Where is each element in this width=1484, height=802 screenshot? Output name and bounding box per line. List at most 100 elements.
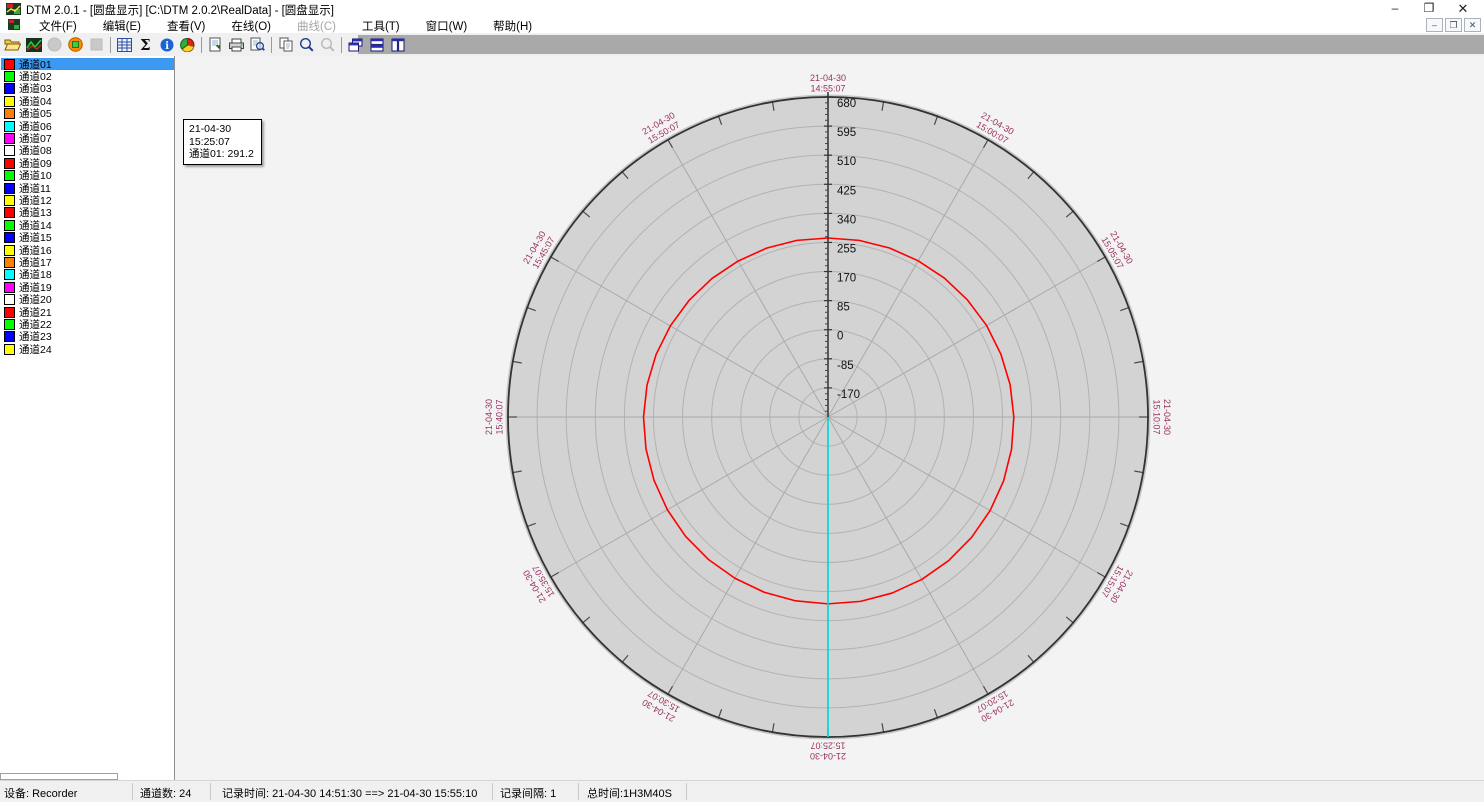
channel-color-swatch: [4, 195, 15, 206]
channel-color-swatch: [4, 83, 15, 94]
channel-color-swatch: [4, 207, 15, 218]
status-separator: [686, 783, 687, 800]
mdi-minimize-button[interactable]: –: [1426, 18, 1443, 32]
polar-chart[interactable]: 680595510425340255170850-85-17021-04-301…: [176, 56, 1484, 780]
export-icon[interactable]: [205, 35, 226, 55]
close-button[interactable]: ✕: [1446, 0, 1480, 17]
trend-chart-icon[interactable]: [23, 35, 44, 55]
status-separator: [578, 783, 579, 800]
pie-chart-icon[interactable]: [177, 35, 198, 55]
menu-item-7[interactable]: 窗口(W): [413, 17, 481, 33]
channel-color-swatch: [4, 282, 15, 293]
mdi-restore-button[interactable]: ❐: [1445, 18, 1462, 32]
tile-vertical-icon[interactable]: [387, 35, 408, 55]
panel-scrollbar[interactable]: [0, 773, 118, 780]
radial-axis-label: 255: [837, 243, 856, 255]
time-label: 21-04-3015:25:07: [810, 741, 846, 762]
toolbar-filler: [358, 35, 1484, 54]
menu-item-5: 曲线(C): [284, 17, 349, 33]
channel-color-swatch: [4, 269, 15, 280]
main-area: 通道01通道02通道03通道04通道05通道06通道07通道08通道09通道10…: [0, 56, 1484, 780]
info-icon[interactable]: i: [156, 35, 177, 55]
mdi-close-button[interactable]: ✕: [1464, 18, 1481, 32]
radial-axis-label: 680: [837, 98, 856, 110]
open-folder-icon[interactable]: [2, 35, 23, 55]
svg-text:14:55:07: 14:55:07: [810, 84, 845, 94]
channel-color-swatch: [4, 331, 15, 342]
tooltip-time: 15:25:07: [189, 136, 254, 149]
status-bar: 设备: Recorder 通道数: 24 记录时间: 21-04-30 14:51:…: [0, 780, 1484, 802]
channel-color-swatch: [4, 145, 15, 156]
status-item-2: 通道数: 24: [140, 785, 191, 801]
channel-color-swatch: [4, 170, 15, 181]
toolbar: Σi: [2, 34, 408, 55]
menu-item-6[interactable]: 工具(T): [349, 17, 413, 33]
channel-color-swatch: [4, 257, 15, 268]
menu-items: 文件(F)编辑(E)查看(V)在线(O)曲线(C)工具(T)窗口(W)帮助(H): [26, 17, 545, 33]
menu-item-8[interactable]: 帮助(H): [480, 17, 545, 33]
status-separator: [132, 783, 133, 800]
toolbar-separator: [201, 37, 202, 53]
title-bar: DTM 2.0.1 - [圆盘显示] [C:\DTM 2.0.2\RealDat…: [0, 0, 1484, 17]
status-item-3: 记录时间: 21-04-30 14:51:30 ==> 21-04-30 15:…: [222, 785, 477, 801]
mdi-window-controls: – ❐ ✕: [1426, 18, 1481, 32]
minimize-button[interactable]: –: [1378, 0, 1412, 17]
radial-axis-label: -85: [837, 360, 854, 372]
channel-color-swatch: [4, 294, 15, 305]
radial-axis-label: 0: [837, 331, 843, 343]
svg-text:21-04-30: 21-04-30: [484, 399, 494, 435]
status-item-4: 记录间隔: 1: [500, 785, 556, 801]
sigma-icon[interactable]: Σ: [135, 35, 156, 55]
cascade-windows-icon[interactable]: [345, 35, 366, 55]
channel-color-swatch: [4, 344, 15, 355]
time-label: 21-04-3015:40:07: [484, 399, 505, 435]
toolbar-separator: [271, 37, 272, 53]
channel-color-swatch: [4, 307, 15, 318]
toolbar-separator: [341, 37, 342, 53]
channel-list: 通道01通道02通道03通道04通道05通道06通道07通道08通道09通道10…: [1, 58, 174, 355]
status-item-5: 总时间:1H3M40S: [587, 785, 672, 801]
channel-color-swatch: [4, 96, 15, 107]
radial-axis-label: -170: [837, 389, 860, 401]
toolbar-row: Σi: [0, 33, 1484, 56]
status-separator: [492, 783, 493, 800]
channel-color-swatch: [4, 319, 15, 330]
copy-icon[interactable]: [275, 35, 296, 55]
status-item-1: 设备: Recorder: [4, 785, 77, 801]
svg-text:i: i: [165, 41, 169, 52]
radial-axis-label: 340: [837, 214, 856, 226]
menu-item-1[interactable]: 文件(F): [26, 17, 90, 33]
data-tooltip: 21-04-30 15:25:07 通道01: 291.2: [183, 119, 262, 165]
tooltip-date: 21-04-30: [189, 123, 254, 136]
menu-item-2[interactable]: 编辑(E): [90, 17, 154, 33]
radial-axis-label: 170: [837, 273, 856, 285]
mdi-child-icon: [8, 19, 20, 30]
time-label: 21-04-3014:55:07: [810, 73, 846, 94]
record-icon[interactable]: [65, 35, 86, 55]
channel-color-swatch: [4, 183, 15, 194]
channel-color-swatch: [4, 121, 15, 132]
svg-text:21-04-30: 21-04-30: [810, 751, 846, 761]
channel-color-swatch: [4, 133, 15, 144]
menu-item-4[interactable]: 在线(O): [218, 17, 284, 33]
channel-color-swatch: [4, 245, 15, 256]
menu-item-3[interactable]: 查看(V): [154, 17, 218, 33]
tooltip-value: 通道01: 291.2: [189, 148, 254, 161]
zoom-icon[interactable]: [296, 35, 317, 55]
print-icon[interactable]: [226, 35, 247, 55]
svg-text:15:40:07: 15:40:07: [495, 399, 505, 434]
channel-color-swatch: [4, 158, 15, 169]
table-icon[interactable]: [114, 35, 135, 55]
tile-horizontal-icon[interactable]: [366, 35, 387, 55]
channel-item-24[interactable]: 通道24: [1, 343, 174, 355]
record-disabled-icon: [44, 35, 65, 55]
restore-button[interactable]: ❐: [1412, 0, 1446, 17]
channel-color-swatch: [4, 232, 15, 243]
channel-color-swatch: [4, 108, 15, 119]
channel-list-panel: 通道01通道02通道03通道04通道05通道06通道07通道08通道09通道10…: [0, 56, 175, 780]
radial-axis-label: 595: [837, 127, 856, 139]
radial-axis-label: 425: [837, 185, 856, 197]
print-preview-icon[interactable]: [247, 35, 268, 55]
stop-disabled-icon: [86, 35, 107, 55]
time-label: 21-04-3015:10:07: [1152, 399, 1173, 435]
